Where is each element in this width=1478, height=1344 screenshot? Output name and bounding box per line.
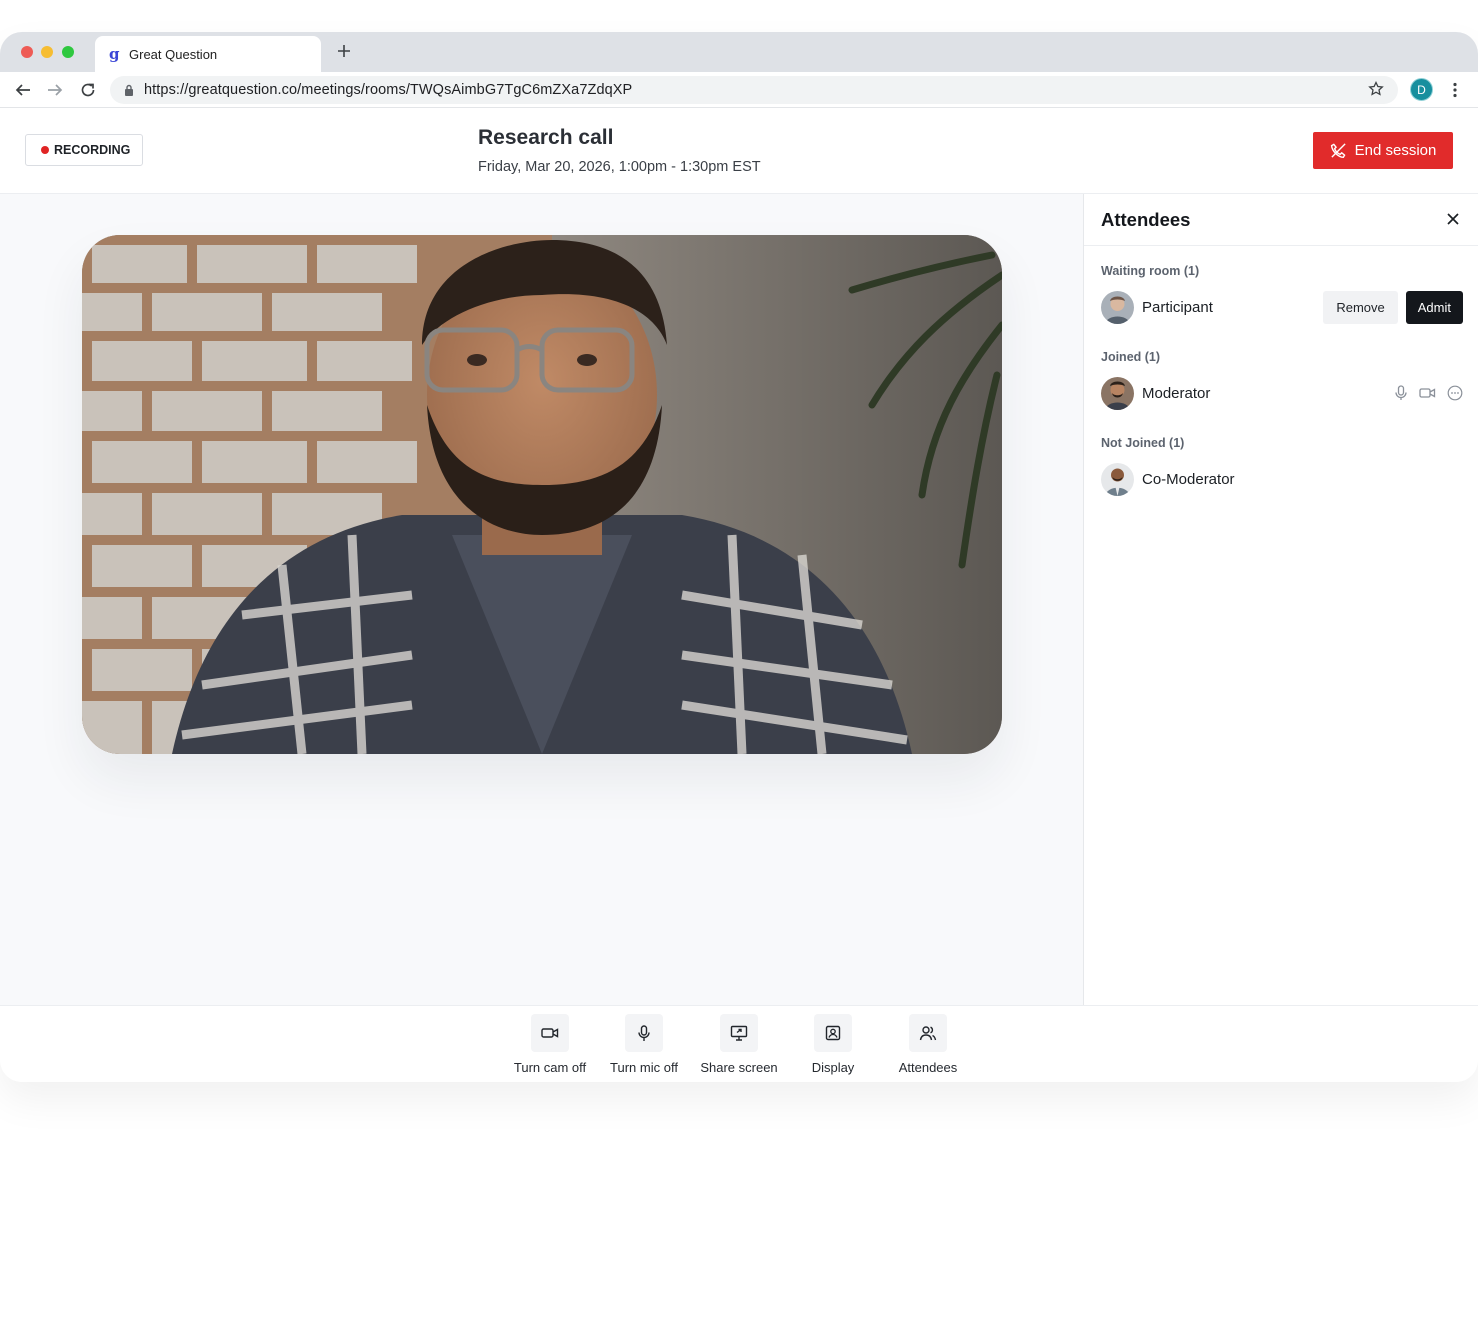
recording-dot-icon: [41, 146, 49, 154]
tab-title: Great Question: [129, 46, 218, 62]
maximize-window-button[interactable]: [62, 46, 74, 58]
close-window-button[interactable]: [21, 46, 33, 58]
joined-moderator-row: Moderator: [1101, 376, 1463, 410]
attendees-panel-title: Attendees: [1101, 209, 1191, 230]
attendees-panel: Attendees Waiting room (1) Participant R…: [1083, 194, 1478, 1005]
bookmark-button[interactable]: [1368, 80, 1384, 102]
display-label: Display: [811, 1060, 855, 1075]
participant-video-feed: [82, 235, 1002, 754]
star-icon: [1368, 80, 1384, 96]
microphone-icon: [625, 1014, 663, 1052]
profile-avatar[interactable]: D: [1410, 78, 1433, 101]
participant-avatar: [1101, 290, 1134, 324]
moderator-name: Moderator: [1142, 384, 1211, 402]
close-icon: [1447, 213, 1459, 225]
not-joined-label: Not Joined (1): [1101, 436, 1185, 450]
minimize-window-button[interactable]: [41, 46, 53, 58]
turn-cam-off-label: Turn cam off: [513, 1060, 587, 1075]
attendees-label: Attendees: [898, 1060, 958, 1075]
reload-button[interactable]: [78, 80, 98, 100]
arrow-left-icon: [15, 84, 30, 96]
moderator-avatar: [1101, 376, 1134, 410]
end-session-button[interactable]: End session: [1313, 132, 1453, 169]
more-vertical-icon: [1453, 82, 1457, 98]
phone-hangup-icon: [1330, 143, 1346, 159]
recording-label: RECORDING: [54, 143, 131, 157]
attendees-panel-header: Attendees: [1084, 194, 1478, 246]
browser-toolbar: https://greatquestion.co/meetings/rooms/…: [0, 72, 1478, 108]
recording-badge: RECORDING: [25, 134, 143, 166]
url-text: https://greatquestion.co/meetings/rooms/…: [144, 82, 633, 98]
address-bar[interactable]: https://greatquestion.co/meetings/rooms/…: [110, 76, 1398, 104]
forward-button[interactable]: [45, 80, 65, 100]
remove-participant-button[interactable]: Remove: [1323, 290, 1398, 324]
tab-strip: g Great Question: [0, 32, 1478, 72]
video-stage: [0, 194, 1083, 1005]
waiting-participant-row: Participant Remove Admit: [1101, 290, 1463, 324]
display-icon: [814, 1014, 852, 1052]
session-header: RECORDING Research call Friday, Mar 20, …: [0, 108, 1478, 194]
turn-mic-off-button[interactable]: Turn mic off: [606, 1014, 682, 1075]
share-screen-button[interactable]: Share screen: [699, 1014, 779, 1075]
turn-cam-off-button[interactable]: Turn cam off: [512, 1014, 588, 1075]
tab-great-question[interactable]: g Great Question: [95, 36, 321, 72]
browser-window: g Great Question https://greatquestion.c…: [0, 32, 1478, 1082]
display-button[interactable]: Display: [795, 1014, 871, 1075]
microphone-icon[interactable]: [1394, 385, 1408, 401]
plus-icon: [338, 45, 350, 57]
new-tab-button[interactable]: [334, 41, 354, 61]
turn-mic-off-label: Turn mic off: [610, 1060, 678, 1075]
reload-icon: [81, 83, 95, 97]
admit-participant-button[interactable]: Admit: [1405, 290, 1463, 324]
participant-name: Participant: [1142, 298, 1213, 316]
more-options-icon[interactable]: [1447, 385, 1463, 401]
moderator-status-icons: [1394, 385, 1463, 401]
video-camera-icon: [531, 1014, 569, 1052]
attendees-button[interactable]: Attendees: [890, 1014, 966, 1075]
back-button[interactable]: [13, 80, 33, 100]
great-question-favicon-icon: g: [109, 45, 120, 63]
end-session-label: End session: [1354, 142, 1437, 159]
waiting-room-label: Waiting room (1): [1101, 264, 1200, 278]
arrow-right-icon: [48, 84, 63, 96]
session-title: Research call: [478, 126, 614, 149]
video-camera-icon[interactable]: [1419, 386, 1436, 400]
not-joined-co-moderator-row: Co-Moderator: [1101, 462, 1463, 496]
call-controls-bar: Turn cam off Turn mic off Share screen D…: [0, 1005, 1478, 1082]
video-frame-image: [82, 235, 1002, 754]
share-screen-label: Share screen: [700, 1060, 778, 1075]
users-icon: [909, 1014, 947, 1052]
co-moderator-name: Co-Moderator: [1142, 470, 1235, 488]
share-screen-icon: [720, 1014, 758, 1052]
joined-label: Joined (1): [1101, 350, 1161, 364]
session-datetime: Friday, Mar 20, 2026, 1:00pm - 1:30pm ES…: [478, 159, 761, 175]
browser-menu-button[interactable]: [1448, 80, 1462, 100]
lock-icon: [125, 84, 133, 96]
co-moderator-avatar: [1101, 462, 1134, 496]
close-panel-button[interactable]: [1446, 212, 1460, 226]
